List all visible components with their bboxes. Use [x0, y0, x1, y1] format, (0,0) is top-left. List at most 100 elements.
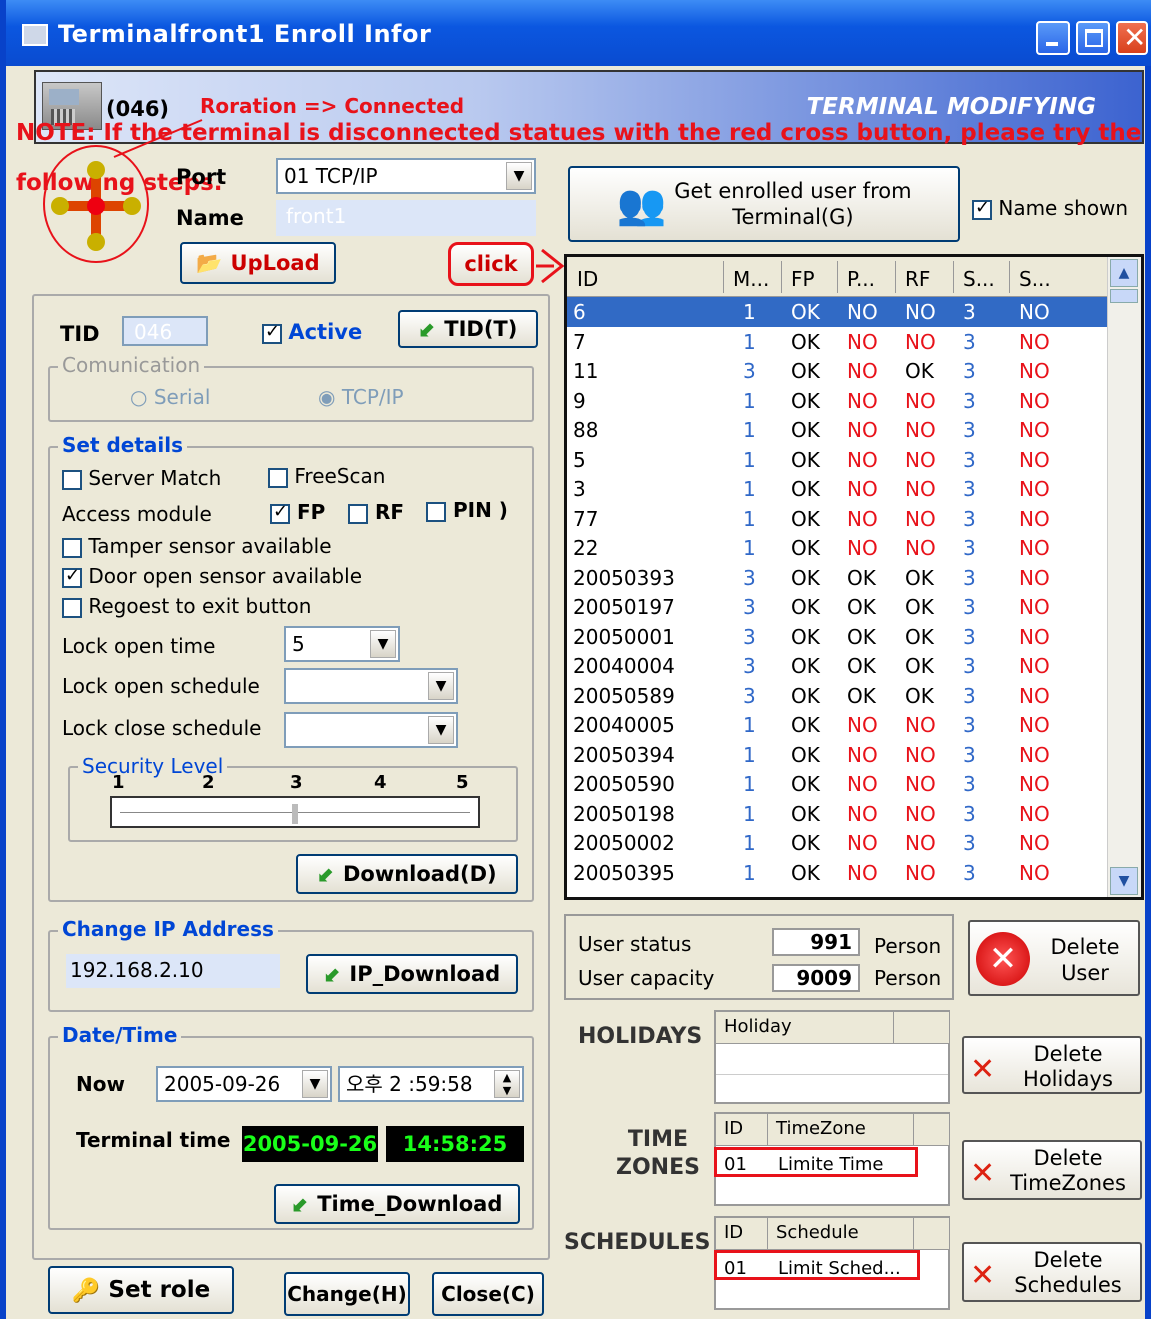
table-cell: OK — [791, 831, 820, 855]
rf-checkbox[interactable]: RF — [348, 500, 404, 524]
table-row[interactable]: 20050197 3 OK OK OK 3 NO — [567, 592, 1107, 622]
close-window-button[interactable]: ✕ — [1116, 21, 1148, 55]
maximize-button[interactable] — [1076, 21, 1110, 55]
table-cell: NO — [847, 388, 878, 413]
ip-download-button[interactable]: ⬋ IP_Download — [306, 954, 518, 994]
time-download-button[interactable]: ⬋ Time_Download — [274, 1184, 520, 1224]
download-button[interactable]: ⬋ Download(D) — [296, 854, 518, 894]
table-cell: 3 — [963, 713, 976, 737]
holidays-grid[interactable]: Holiday — [714, 1010, 950, 1104]
table-cell: NO — [847, 447, 878, 472]
table-row[interactable]: 20050198 1 OK NO NO 3 NO — [567, 799, 1107, 829]
user-list[interactable]: ID M... FP P... RF S... S... 6 1 OK NO NO 3 NO 7 1 OK NO… — [564, 254, 1144, 900]
slider-thumb[interactable] — [292, 804, 298, 824]
column-header[interactable]: S... — [1019, 267, 1051, 291]
table-cell: NO — [847, 329, 878, 354]
ip-field[interactable]: 192.168.2.10 — [66, 954, 280, 988]
user-capacity-label: User capacity — [578, 966, 715, 990]
get-enrolled-users-button[interactable]: 👥 Get enrolled user from Terminal(G) — [568, 166, 960, 242]
table-row[interactable]: 20050395 1 OK NO NO 3 NO — [567, 858, 1107, 888]
table-row[interactable]: 20050394 1 OK NO NO 3 NO — [567, 740, 1107, 770]
scroll-thumb[interactable] — [1110, 289, 1138, 303]
table-row[interactable]: 22 1 OK NO NO 3 NO — [567, 533, 1107, 563]
red-cross-icon[interactable] — [48, 158, 144, 254]
column-divider[interactable] — [953, 261, 954, 293]
table-row[interactable]: 88 1 OK NO NO 3 NO — [567, 415, 1107, 445]
lock-open-time-select[interactable]: 5 ▼ — [284, 626, 400, 662]
table-row[interactable]: 9 1 OK NO NO 3 NO — [567, 386, 1107, 416]
tamper-checkbox[interactable]: Tamper sensor available — [62, 534, 332, 558]
column-header[interactable]: RF — [905, 267, 930, 291]
fp-checkbox[interactable]: FP — [270, 500, 325, 524]
table-cell: 3 — [963, 536, 976, 560]
column-divider[interactable] — [895, 261, 896, 293]
table-cell: 3 — [963, 447, 976, 472]
column-header[interactable]: P... — [847, 267, 875, 291]
delete-user-button[interactable]: ✕ Delete User — [968, 920, 1140, 996]
minimize-button[interactable] — [1036, 21, 1070, 55]
user-list-scrollbar[interactable]: ▲ ▼ — [1107, 257, 1141, 897]
tid-button[interactable]: ⬋ TID(T) — [398, 310, 538, 348]
freescan-checkbox[interactable]: FreeScan — [268, 464, 385, 488]
lock-close-schedule-select[interactable]: ▼ — [284, 712, 458, 748]
tid-field[interactable]: 046 — [122, 316, 208, 346]
delete-timezones-line2: TimeZones — [1010, 1171, 1126, 1195]
set-role-button[interactable]: 🔑 Set role — [48, 1266, 234, 1314]
active-checkbox[interactable]: Active — [262, 320, 362, 344]
table-cell: OK — [791, 447, 820, 472]
delete-holidays-button[interactable]: ✕ Delete Holidays — [962, 1036, 1142, 1094]
table-row[interactable]: 11 3 OK NO OK 3 NO — [567, 356, 1107, 386]
table-row[interactable]: 20050002 1 OK NO NO 3 NO — [567, 828, 1107, 858]
communication-title: Comunication — [58, 353, 205, 377]
table-cell: OK — [791, 536, 820, 560]
column-header[interactable]: M... — [733, 267, 769, 291]
security-level-slider[interactable] — [110, 796, 480, 828]
date-picker[interactable]: 2005-09-26 ▼ — [156, 1066, 332, 1102]
table-cell: NO — [905, 388, 936, 413]
name-field[interactable]: front1 — [276, 200, 536, 236]
server-match-checkbox[interactable]: Server Match — [62, 466, 221, 490]
scroll-down-icon[interactable]: ▼ — [1110, 867, 1138, 895]
table-row[interactable]: 20050001 3 OK OK OK 3 NO — [567, 622, 1107, 652]
serial-radio[interactable]: ○ Serial — [130, 385, 210, 409]
column-header[interactable]: S... — [963, 267, 995, 291]
pin-checkbox[interactable]: PIN ) — [426, 498, 508, 522]
table-row[interactable]: 20050590 1 OK NO NO 3 NO — [567, 769, 1107, 799]
port-select[interactable]: 01 TCP/IP ▼ — [276, 158, 536, 194]
scroll-up-icon[interactable]: ▲ — [1110, 259, 1138, 287]
checkbox-icon — [348, 503, 368, 524]
table-row[interactable]: 20040004 3 OK OK OK 3 NO — [567, 651, 1107, 681]
table-cell: 3 — [963, 506, 976, 531]
click-label: click — [464, 252, 518, 276]
table-row[interactable]: 5 1 OK NO NO 3 NO — [567, 445, 1107, 475]
close-button[interactable]: Close(C) — [432, 1272, 544, 1316]
request-exit-checkbox[interactable]: Regoest to exit button — [62, 594, 311, 618]
upload-button[interactable]: 📂 UpLoad — [180, 242, 336, 284]
table-row[interactable]: 20050589 3 OK OK OK 3 NO — [567, 681, 1107, 711]
time-picker[interactable]: 오후 2 :59:58 ▲ ▼ — [338, 1066, 524, 1102]
column-divider[interactable] — [781, 261, 782, 293]
column-divider[interactable] — [837, 261, 838, 293]
column-divider[interactable] — [723, 261, 724, 293]
change-button[interactable]: Change(H) — [284, 1272, 410, 1316]
name-shown-checkbox[interactable]: Name shown — [972, 196, 1128, 220]
table-cell: NO — [905, 801, 936, 826]
table-row[interactable]: 20040005 1 OK NO NO 3 NO — [567, 710, 1107, 740]
column-header[interactable]: ID — [577, 267, 598, 291]
door-open-checkbox[interactable]: Door open sensor available — [62, 564, 362, 588]
column-divider[interactable] — [1009, 261, 1010, 293]
column-header[interactable]: FP — [791, 267, 815, 291]
table-row[interactable]: 3 1 OK NO NO 3 NO — [567, 474, 1107, 504]
delete-timezones-button[interactable]: ✕ Delete TimeZones — [962, 1140, 1142, 1200]
table-row[interactable]: 6 1 OK NO NO 3 NO — [567, 297, 1107, 327]
table-row[interactable]: 7 1 OK NO NO 3 NO — [567, 327, 1107, 357]
table-cell: 3 — [963, 742, 976, 767]
spinner-icon[interactable]: ▲ ▼ — [494, 1070, 520, 1098]
tcpip-radio[interactable]: ◉ TCP/IP — [318, 385, 404, 409]
delete-schedules-button[interactable]: ✕ Delete Schedules — [962, 1242, 1142, 1302]
table-row[interactable]: 77 1 OK NO NO 3 NO — [567, 504, 1107, 534]
ip-download-label: IP_Download — [349, 962, 501, 986]
lock-open-schedule-select[interactable]: ▼ — [284, 668, 458, 704]
table-row[interactable]: 20050393 3 OK OK OK 3 NO — [567, 563, 1107, 593]
click-button[interactable]: click — [448, 242, 534, 286]
